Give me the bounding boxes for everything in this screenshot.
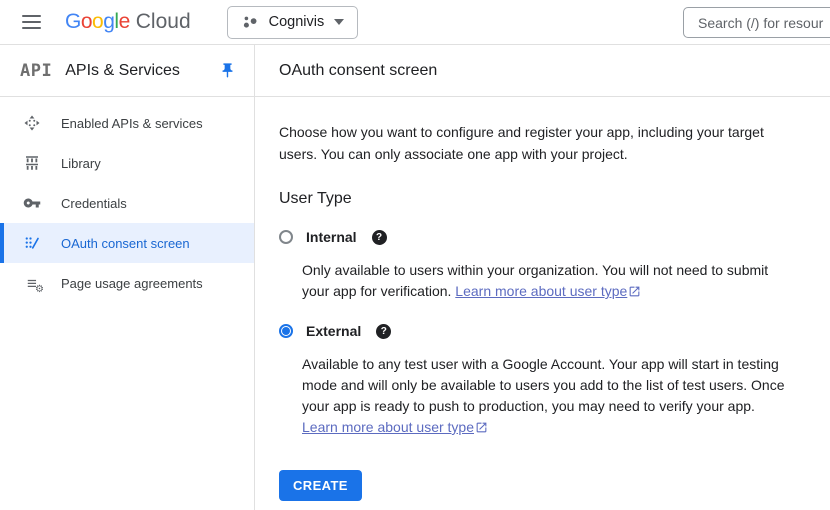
sidebar-header: API APIs & Services [0,45,254,97]
sidebar-item-enabled-apis[interactable]: Enabled APIs & services [0,103,254,143]
search-input[interactable] [683,7,830,38]
help-icon[interactable]: ? [376,324,391,339]
radio-external-label[interactable]: External [306,323,361,339]
sidebar: API APIs & Services Enabled APIs & servi… [0,45,255,510]
google-cloud-logo: Google Cloud [65,10,191,34]
user-type-option-external: External ? [279,322,806,340]
page-content: Choose how you want to configure and reg… [255,97,830,501]
agreements-gear-icon: ≡ ⚙ [22,273,42,293]
logo-cloud-text: Cloud [136,10,191,34]
sidebar-item-credentials[interactable]: Credentials [0,183,254,223]
key-icon [22,193,42,213]
page-header: OAuth consent screen [255,45,830,97]
chevron-down-icon [334,19,344,25]
sidebar-item-library[interactable]: Library [0,143,254,183]
radio-internal-label[interactable]: Internal [306,229,357,245]
logo-letter: o [92,10,103,34]
main-panel: OAuth consent screen Choose how you want… [255,45,830,510]
help-icon[interactable]: ? [372,230,387,245]
hamburger-menu-icon[interactable] [22,15,41,29]
radio-external[interactable] [279,324,293,338]
sidebar-nav: Enabled APIs & services Library [0,97,254,303]
sidebar-item-label: OAuth consent screen [61,236,190,251]
sidebar-item-page-usage-agreements[interactable]: ≡ ⚙ Page usage agreements [0,263,254,303]
open-in-new-icon [475,421,488,434]
sidebar-item-oauth-consent-screen[interactable]: OAuth consent screen [0,223,254,263]
user-type-heading: User Type [279,189,806,208]
project-icon [241,13,259,31]
project-selector[interactable]: Cognivis [227,6,359,39]
open-in-new-icon [628,285,641,298]
page-title: OAuth consent screen [279,62,437,80]
external-description: Available to any test user with a Google… [302,354,797,438]
radio-internal[interactable] [279,230,293,244]
external-description-text: Available to any test user with a Google… [302,356,785,414]
sidebar-item-label: Credentials [61,196,127,211]
library-icon [22,153,42,173]
intro-text: Choose how you want to configure and reg… [279,121,779,165]
learn-more-link[interactable]: Learn more about user type [455,283,641,299]
consent-screen-icon [22,233,42,253]
topbar: Google Cloud Cognivis [0,0,830,45]
create-button[interactable]: CREATE [279,470,362,501]
sidebar-title: APIs & Services [65,62,180,80]
learn-more-link[interactable]: Learn more about user type [302,419,488,435]
user-type-option-internal: Internal ? [279,228,806,246]
sidebar-item-label: Enabled APIs & services [61,116,203,131]
api-logo: API [20,61,52,81]
sidebar-item-label: Library [61,156,101,171]
logo-letter: o [81,10,92,34]
internal-description: Only available to users within your orga… [302,260,797,302]
logo-letter: G [65,10,81,34]
project-name: Cognivis [269,14,325,30]
pin-icon[interactable] [219,62,236,79]
enabled-apis-icon [22,113,42,133]
logo-letter: g [103,10,114,34]
sidebar-item-label: Page usage agreements [61,276,203,291]
logo-letter: e [119,10,130,34]
